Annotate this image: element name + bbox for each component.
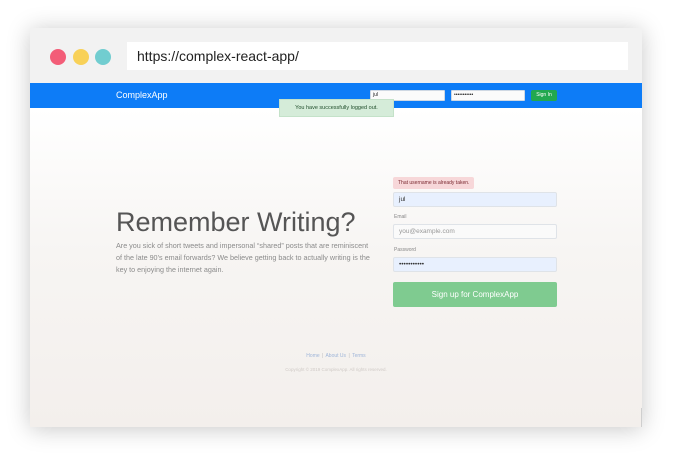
sign-up-button[interactable]: Sign up for ComplexApp [393,282,557,307]
email-field[interactable]: you@example.com [393,224,557,239]
brand-link[interactable]: ComplexApp [116,83,168,108]
email-label: Email [394,214,407,220]
footer-home-link[interactable]: Home [306,353,319,359]
footer-about-link[interactable]: About Us [325,353,346,359]
logout-flash-message: You have successfully logged out. [279,99,394,117]
minimize-window-dot[interactable] [73,49,89,65]
username-field[interactable]: jul [393,192,557,207]
password-field[interactable]: ••••••••••• [393,257,557,272]
footer-separator: | [322,353,324,359]
scrollbar-edge [641,408,642,427]
browser-chrome: https://complex-react-app/ [30,28,642,83]
footer-terms-link[interactable]: Terms [352,353,366,359]
maximize-window-dot[interactable] [95,49,111,65]
username-error-alert: That username is already taken. [393,177,475,189]
page-body: Remember Writing? Are you sick of short … [30,108,642,427]
sign-in-button[interactable]: Sign In [531,90,557,101]
footer-copyright: Copyright © 2019 ComplexApp. All rights … [285,367,387,372]
close-window-dot[interactable] [50,49,66,65]
password-label: Password [394,247,416,253]
address-bar[interactable]: https://complex-react-app/ [127,42,628,70]
header-password-input[interactable]: ••••••••••• [451,90,525,101]
footer-separator: | [348,353,350,359]
hero-title: Remember Writing? [116,207,356,237]
browser-window: https://complex-react-app/ ComplexApp ju… [30,28,642,427]
hero-description: Are you sick of short tweets and imperso… [116,241,370,274]
footer-links: Home | About Us | Terms [30,353,642,359]
